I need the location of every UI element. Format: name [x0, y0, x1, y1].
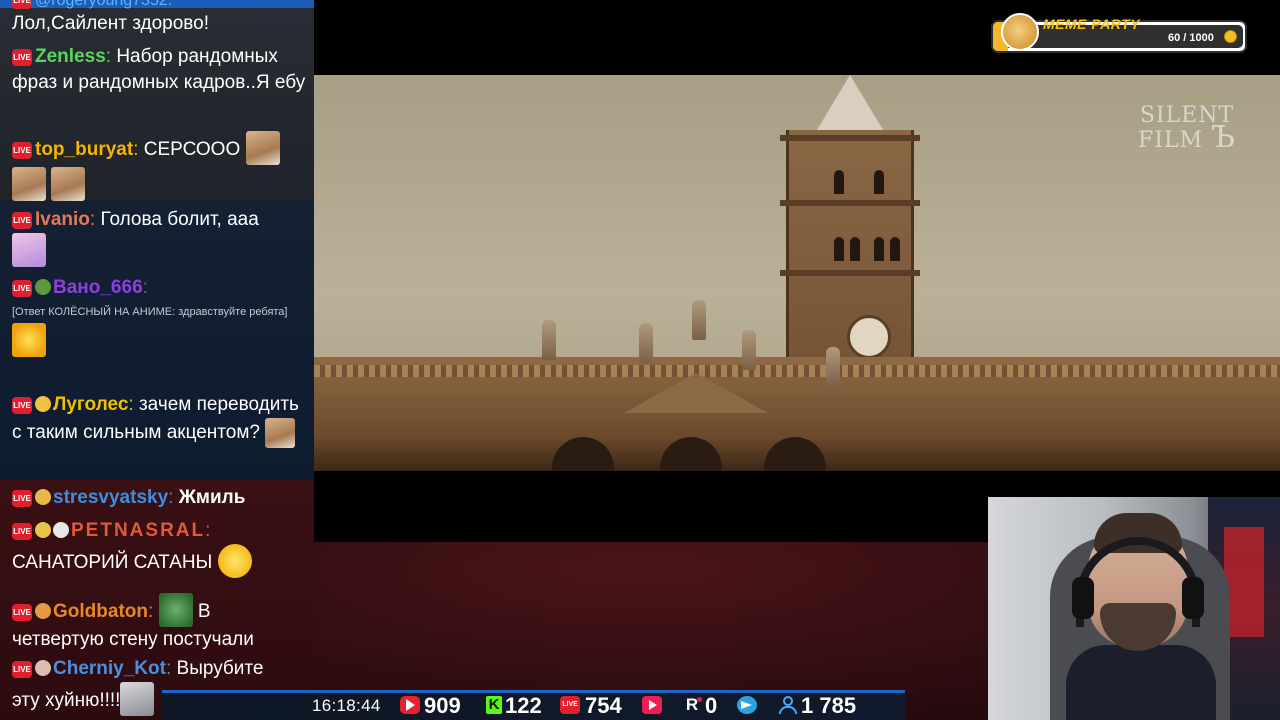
statue — [826, 347, 840, 387]
live-badge: LIVE — [12, 49, 32, 66]
clock-time: 16:18:44 — [312, 696, 381, 715]
chat-message: Лол,Сайлент здорово! — [12, 13, 210, 34]
chat-username[interactable]: stresvyatsky — [53, 487, 168, 508]
live-badge: LIVE — [12, 604, 32, 621]
video-player[interactable]: SILENT FILM Ъ — [314, 75, 1280, 471]
statue — [542, 320, 556, 360]
live-badge: LIVE — [12, 212, 32, 229]
webcam-feed — [988, 497, 1280, 720]
total-viewers: 1 785 — [801, 693, 857, 718]
kick-viewers: 122 — [505, 693, 542, 718]
kick-icon: K — [486, 696, 502, 714]
chat-username[interactable]: Ivanio — [35, 209, 90, 230]
doge-icon — [1001, 13, 1039, 51]
chat-message: LIVE stresvyatsky: Жмиль — [12, 487, 246, 508]
youtube-viewers: 909 — [424, 693, 461, 718]
chat-message: LIVE Zenless: Набор рандомных фраз и ранд… — [12, 46, 306, 93]
meme-party-progress: 60 / 1000 — [1168, 32, 1214, 44]
live-badge: LIVE — [12, 142, 32, 159]
emote-image — [12, 167, 46, 201]
live-badge: LIVE — [12, 280, 32, 297]
chat-username[interactable]: PETNASRAL — [71, 520, 205, 541]
emote-image — [12, 233, 46, 267]
chat-username[interactable]: Луголес — [53, 394, 128, 415]
chat-username[interactable]: Cherniy_Kot — [53, 658, 166, 679]
chat-username[interactable]: Goldbaton — [53, 601, 148, 622]
play-icon — [642, 696, 662, 714]
tower-clock — [847, 315, 891, 359]
user-badge-icon — [35, 279, 51, 295]
emote-image — [265, 418, 296, 448]
statue — [742, 330, 756, 370]
user-badge-icon — [53, 522, 69, 538]
statue — [639, 323, 653, 363]
silent-film-watermark: SILENT FILM Ъ — [1138, 103, 1236, 155]
tower-spire — [814, 75, 886, 135]
live-badge: LIVE — [12, 397, 32, 414]
emote-image — [51, 167, 86, 201]
chat-username[interactable]: top_buryat — [35, 139, 133, 160]
chat-message: LIVE Goldbaton: В четвертую стену постуча… — [12, 593, 308, 653]
live-viewers: 754 — [585, 693, 622, 718]
live-badge: LIVE — [12, 490, 32, 507]
chat-username[interactable]: Zenless — [35, 46, 106, 67]
live-icon: LIVE — [560, 696, 580, 714]
facade-gable — [624, 373, 768, 413]
live-badge: LIVE — [12, 523, 32, 540]
chat-message: LIVE PETNASRAL: САНАТОРИЙ САТАНЫ — [12, 518, 308, 578]
chat-username[interactable]: Вано_666 — [53, 277, 143, 298]
emote-image — [158, 593, 193, 627]
chat-message: LIVE Вано_666: [Ответ КОЛЁСНЫЙ НА АНИМЕ: … — [12, 275, 308, 357]
user-badge-icon — [35, 522, 51, 538]
reply-context: [Ответ КОЛЁСНЫЙ НА АНИМЕ: здравствуйте р… — [12, 306, 288, 318]
live-badge: LIVE — [12, 0, 32, 9]
coin-icon — [1224, 30, 1237, 43]
chat-message: LIVE Луголес: зачем переводить с таким си… — [12, 392, 308, 448]
chat-panel: LIVE @rogeryoung7352: Лол,Сайлент здорово… — [0, 0, 314, 720]
rutube-viewers: 0 — [705, 693, 718, 718]
user-icon — [778, 696, 798, 714]
user-badge-icon — [35, 489, 51, 505]
meme-party-title: MEME PARTY — [1043, 16, 1141, 32]
chat-message: LIVE top_buryat: СЕРСООО — [12, 131, 308, 201]
emote-image — [12, 323, 46, 357]
emote-image — [217, 544, 252, 578]
user-badge-icon — [35, 660, 51, 676]
rutube-icon: R — [684, 695, 704, 714]
chat-message: LIVE Ivanio: Голова болит, ааа — [12, 207, 308, 267]
youtube-icon — [400, 696, 420, 714]
emote-image — [245, 131, 280, 165]
telegram-icon — [737, 696, 757, 714]
user-badge-icon — [35, 396, 51, 412]
live-badge: LIVE — [12, 661, 32, 678]
user-badge-icon — [35, 603, 51, 619]
statue — [692, 300, 706, 340]
